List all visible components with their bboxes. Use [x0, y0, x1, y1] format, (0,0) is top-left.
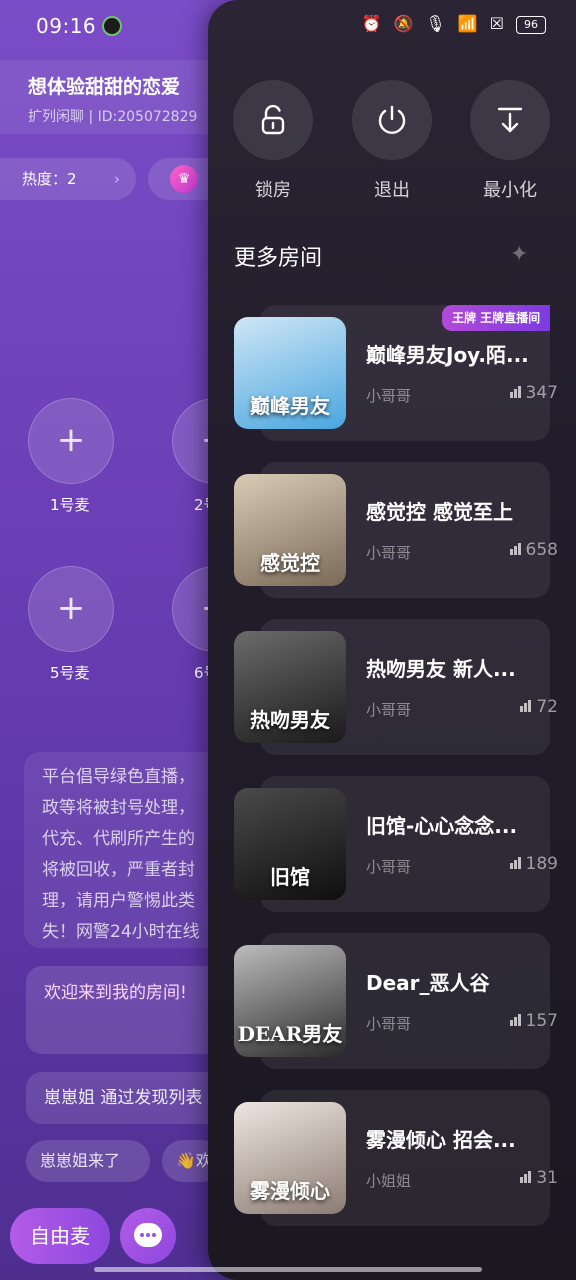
room-cover-text: 雾漫倾心 — [250, 1179, 330, 1203]
minimize-label: 最小化 — [483, 180, 537, 201]
room-cover-text: DEAR男友 — [237, 1022, 343, 1046]
wave-icon: 👋 — [176, 1151, 196, 1170]
minimize-icon — [470, 80, 550, 160]
seat-1-button[interactable]: + — [28, 398, 114, 484]
room-cover-image: 热吻男友 — [234, 631, 346, 743]
room-listener-count: 31 — [520, 1168, 558, 1188]
mute-icon: 🔕 — [393, 14, 414, 33]
heat-button[interactable]: 热度：2 › — [0, 158, 136, 200]
room-host-tag: 小哥哥 — [366, 387, 412, 405]
no-sim-icon: ☒ — [489, 14, 504, 33]
signal-bars-icon — [520, 1168, 532, 1188]
mic-icon: 🎙 — [425, 14, 446, 33]
room-listener-count-value: 189 — [525, 854, 558, 874]
more-rooms-title: 更多房间 — [234, 246, 323, 271]
seat-1-label: 1号麦 — [50, 496, 90, 514]
home-indicator[interactable] — [94, 1267, 482, 1272]
app-notification-icon — [102, 16, 122, 36]
seat-5-button[interactable]: + — [28, 566, 114, 652]
room-listener-count-value: 347 — [525, 383, 558, 403]
room-subtitle: 扩列闲聊 | ID:205072829 — [28, 109, 198, 125]
room-host-tag: 小哥哥 — [366, 701, 412, 719]
exit-button[interactable]: 退出 — [352, 80, 432, 202]
room-host-tag: 小哥哥 — [366, 1015, 412, 1033]
power-icon — [352, 80, 432, 160]
room-title: 想体验甜甜的恋爱 — [28, 76, 181, 98]
status-time: 09:16 — [36, 14, 97, 38]
room-cover-image: 感觉控 — [234, 474, 346, 586]
room-cover-image: DEAR男友 — [234, 945, 346, 1057]
room-name: 巅峰男友Joy.陌... — [366, 343, 529, 367]
room-listener-count-value: 658 — [525, 540, 558, 560]
room-cover-image: 巅峰男友 — [234, 317, 346, 429]
battery-icon: 96 — [516, 16, 546, 34]
lock-room-button[interactable]: 锁房 — [233, 80, 313, 202]
signal-bars-icon — [520, 697, 532, 717]
room-name: 旧馆-心心念念... — [366, 814, 518, 838]
room-listener-count: 189 — [509, 854, 558, 874]
ace-live-badge: 王牌 王牌直播间 — [442, 305, 550, 331]
unlock-icon — [233, 80, 313, 160]
room-host-tag: 小哥哥 — [366, 544, 412, 562]
minimize-button[interactable]: 最小化 — [470, 80, 550, 202]
room-listener-count: 72 — [520, 697, 558, 717]
room-cover-text: 热吻男友 — [250, 708, 330, 732]
quick-reply-join[interactable]: 崽崽姐来了 — [26, 1140, 150, 1182]
seat-5-label: 5号麦 — [50, 664, 90, 682]
room-name: 热吻男友 新人... — [366, 657, 516, 681]
room-listener-count-value: 72 — [536, 697, 558, 717]
room-host-tag: 小姐姐 — [366, 1172, 412, 1190]
chat-bubble-icon — [134, 1223, 162, 1247]
room-listener-count: 347 — [509, 383, 558, 403]
room-cover-text: 感觉控 — [260, 551, 320, 575]
room-listener-count-value: 31 — [536, 1168, 558, 1188]
lock-room-label: 锁房 — [255, 180, 291, 201]
chat-button[interactable] — [120, 1208, 176, 1264]
room-options-panel: ⏰ 🔕 🎙 📶 ☒ 96 锁房 退出 最小化 更多房间 ✦ 巅峰男友 巅峰男友J… — [208, 0, 576, 1280]
alarm-icon: ⏰ — [361, 14, 382, 33]
wifi-icon: 📶 — [457, 14, 478, 33]
room-name: Dear_恶人谷 — [366, 971, 490, 995]
signal-bars-icon — [509, 383, 522, 403]
room-cover-text: 巅峰男友 — [250, 394, 330, 418]
free-mic-button[interactable]: 自由麦 — [10, 1208, 110, 1264]
chevron-right-icon: › — [114, 170, 120, 188]
crown-icon: ♛ — [170, 165, 198, 193]
room-listener-count: 658 — [509, 540, 558, 560]
room-host-tag: 小哥哥 — [366, 858, 412, 876]
room-cover-image: 旧馆 — [234, 788, 346, 900]
signal-bars-icon — [509, 540, 522, 560]
heat-label: 热度：2 — [22, 170, 77, 188]
system-status-icons: ⏰ 🔕 🎙 📶 ☒ 96 — [362, 14, 546, 38]
room-listener-count: 157 — [509, 1011, 558, 1031]
room-listener-count-value: 157 — [525, 1011, 558, 1031]
room-name: 雾漫倾心 招会... — [366, 1128, 516, 1152]
signal-bars-icon — [509, 854, 522, 874]
exit-label: 退出 — [374, 180, 410, 201]
signal-bars-icon — [509, 1011, 522, 1031]
room-cover-image: 雾漫倾心 — [234, 1102, 346, 1214]
room-name: 感觉控 感觉至上 — [366, 500, 513, 524]
room-cover-text: 旧馆 — [270, 865, 310, 889]
sparkle-icon: ✦ — [510, 242, 529, 267]
